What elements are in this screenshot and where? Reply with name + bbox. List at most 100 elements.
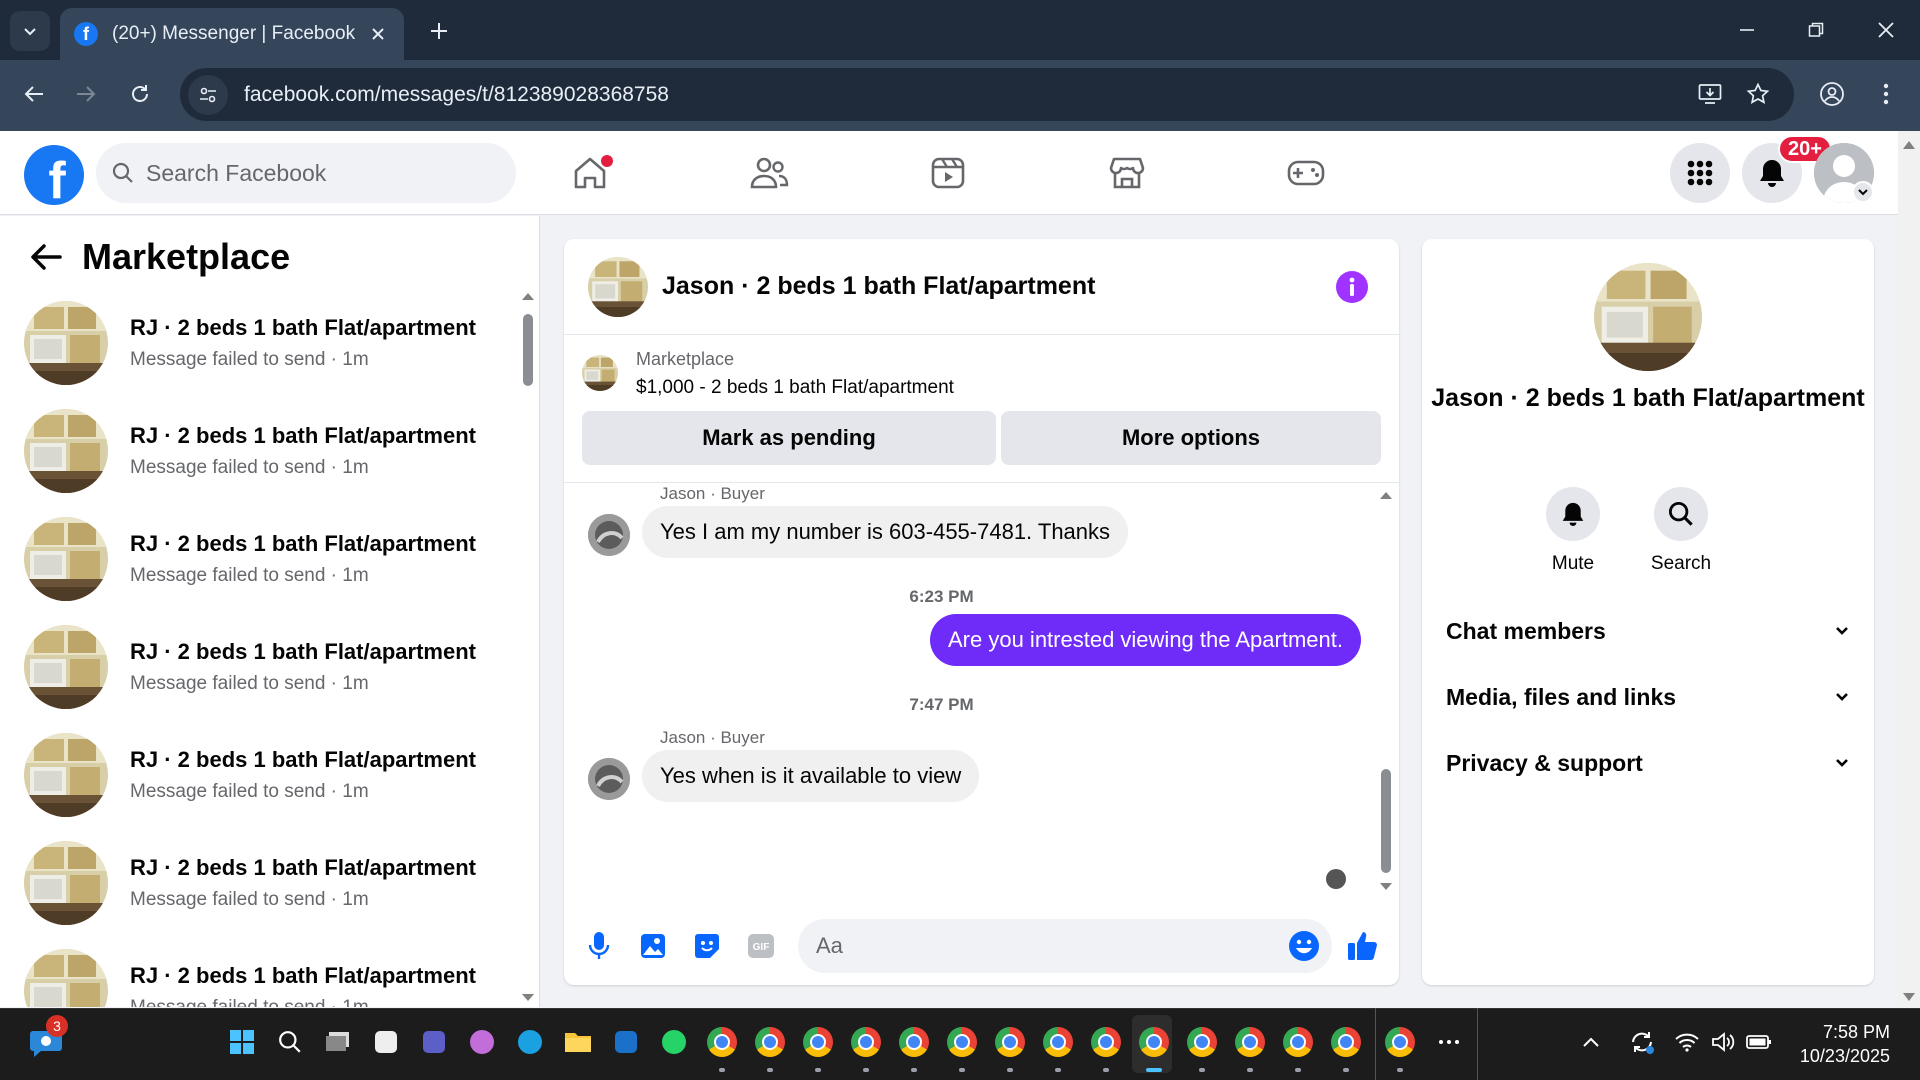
friends-nav[interactable] xyxy=(714,141,824,205)
show-hidden-icons-button[interactable] xyxy=(1571,1022,1611,1062)
browser-tab[interactable]: f (20+) Messenger | Facebook xyxy=(60,8,404,60)
running-indicator xyxy=(1295,1068,1301,1072)
chrome-taskbar-button[interactable] xyxy=(750,1022,790,1062)
chrome-taskbar-button[interactable] xyxy=(1086,1022,1126,1062)
back-button[interactable] xyxy=(14,74,54,114)
system-tray-quick-settings[interactable] xyxy=(1668,1022,1778,1062)
marketplace-nav[interactable] xyxy=(1072,141,1182,205)
bookmark-button[interactable] xyxy=(1738,74,1778,114)
copilot-taskbar-button[interactable] xyxy=(462,1022,502,1062)
close-window-button[interactable] xyxy=(1861,10,1911,50)
scrollbar-thumb[interactable] xyxy=(1381,769,1391,873)
taskbar-clock[interactable]: 7:58 PM 10/23/2025 xyxy=(1800,1020,1890,1068)
conversation-info-button[interactable] xyxy=(1336,271,1368,303)
listing-thumbnail[interactable] xyxy=(582,355,618,391)
chrome-taskbar-button[interactable] xyxy=(1278,1022,1318,1062)
message-input-wrapper[interactable] xyxy=(798,919,1332,973)
message-thread-scrollbar[interactable] xyxy=(1378,489,1394,899)
more-taskbar-items-button[interactable] xyxy=(1429,1022,1469,1062)
mute-action[interactable]: Mute xyxy=(1528,487,1618,575)
privacy-support-section[interactable]: Privacy & support xyxy=(1446,741,1850,785)
chat-title[interactable]: Jason · 2 beds 1 bath Flat/apartment xyxy=(662,272,1095,301)
conversation-list-item[interactable]: RJ · 2 beds 1 bath Flat/apartment Message… xyxy=(24,622,514,712)
scrollbar-thumb[interactable] xyxy=(523,314,533,386)
like-button[interactable] xyxy=(1346,929,1380,963)
search-input[interactable] xyxy=(146,159,486,187)
tab-search-button[interactable] xyxy=(10,11,50,51)
emoji-icon[interactable] xyxy=(1288,930,1320,962)
chrome-taskbar-button[interactable] xyxy=(1380,1022,1420,1062)
address-bar[interactable]: facebook.com/messages/t/812389028368758 xyxy=(180,68,1794,121)
teams-taskbar-button[interactable] xyxy=(414,1022,454,1062)
back-button[interactable] xyxy=(26,237,66,277)
task-view-button[interactable] xyxy=(318,1022,358,1062)
chrome-taskbar-button[interactable] xyxy=(1134,1022,1174,1062)
chrome-taskbar-button[interactable] xyxy=(1038,1022,1078,1062)
listing-avatar-large[interactable] xyxy=(1594,263,1702,371)
chrome-taskbar-button[interactable] xyxy=(990,1022,1030,1062)
install-app-button[interactable] xyxy=(1690,74,1730,114)
page-scrollbar[interactable] xyxy=(1898,131,1920,1007)
conversation-list-item[interactable]: RJ · 2 beds 1 bath Flat/apartment Message… xyxy=(24,298,514,388)
menu-button[interactable] xyxy=(1670,143,1730,203)
more-options-button[interactable]: More options xyxy=(1001,411,1381,465)
microsoft-store-taskbar-button[interactable] xyxy=(606,1022,646,1062)
video-nav[interactable] xyxy=(893,141,1003,205)
sticker-button[interactable] xyxy=(690,929,724,963)
chrome-taskbar-button[interactable] xyxy=(1182,1022,1222,1062)
chrome-taskbar-button[interactable] xyxy=(942,1022,982,1062)
whatsapp-taskbar-button[interactable] xyxy=(654,1022,694,1062)
media-files-links-section[interactable]: Media, files and links xyxy=(1446,675,1850,719)
listing-avatar[interactable] xyxy=(588,257,648,317)
new-tab-button[interactable] xyxy=(424,16,454,46)
chat-members-section[interactable]: Chat members xyxy=(1446,609,1850,653)
conversation-list-item[interactable]: RJ · 2 beds 1 bath Flat/apartment Message… xyxy=(24,946,514,1007)
account-menu-caret[interactable] xyxy=(1852,181,1874,203)
mute-button[interactable] xyxy=(1546,487,1600,541)
chrome-taskbar-button[interactable] xyxy=(846,1022,886,1062)
chrome-taskbar-button[interactable] xyxy=(798,1022,838,1062)
conversation-name: RJ · 2 beds 1 bath Flat/apartment xyxy=(130,855,476,880)
sender-avatar[interactable] xyxy=(588,758,630,800)
close-tab-button[interactable] xyxy=(366,22,390,46)
incoming-message[interactable]: Yes I am my number is 603-455-7481. Than… xyxy=(642,506,1129,558)
incoming-message[interactable]: Yes when is it available to view xyxy=(642,750,980,802)
conversation-list-item[interactable]: RJ · 2 beds 1 bath Flat/apartment Message… xyxy=(24,838,514,928)
restore-button[interactable] xyxy=(1791,10,1841,50)
site-info-button[interactable] xyxy=(188,74,228,115)
home-nav[interactable] xyxy=(535,141,645,205)
file-explorer-taskbar-button[interactable] xyxy=(558,1022,598,1062)
browser-menu-button[interactable] xyxy=(1866,74,1906,114)
mark-as-pending-button[interactable]: Mark as pending xyxy=(582,411,996,465)
outgoing-message[interactable]: Are you intrested viewing the Apartment. xyxy=(930,614,1361,666)
gif-button[interactable]: GIF xyxy=(744,929,778,963)
search-taskbar-button[interactable] xyxy=(270,1022,310,1062)
attach-photo-button[interactable] xyxy=(636,929,670,963)
reload-button[interactable] xyxy=(120,74,160,114)
gaming-nav[interactable] xyxy=(1251,141,1361,205)
message-input[interactable] xyxy=(816,933,1256,959)
conversation-list-item[interactable]: RJ · 2 beds 1 bath Flat/apartment Message… xyxy=(24,406,514,496)
search-action[interactable]: Search xyxy=(1636,487,1726,575)
conversation-list-scrollbar[interactable] xyxy=(520,286,536,1006)
search-in-conversation-button[interactable] xyxy=(1654,487,1708,541)
chrome-taskbar-button[interactable] xyxy=(1230,1022,1270,1062)
chrome-taskbar-button[interactable] xyxy=(894,1022,934,1062)
store-clip-taskbar-button[interactable] xyxy=(366,1022,406,1062)
sync-tray-icon[interactable] xyxy=(1622,1022,1662,1062)
voice-clip-button[interactable] xyxy=(582,929,616,963)
facebook-search[interactable] xyxy=(96,143,516,203)
start-button[interactable] xyxy=(222,1022,262,1062)
edge-taskbar-button[interactable] xyxy=(510,1022,550,1062)
listing-summary[interactable]: $1,000 - 2 beds 1 bath Flat/apartment xyxy=(636,377,954,399)
chrome-taskbar-button[interactable] xyxy=(1326,1022,1366,1062)
minimize-button[interactable] xyxy=(1722,10,1772,50)
conversation-list-item[interactable]: RJ · 2 beds 1 bath Flat/apartment Message… xyxy=(24,730,514,820)
sender-avatar[interactable] xyxy=(588,514,630,556)
facebook-logo[interactable]: f xyxy=(24,145,84,205)
conversation-list-item[interactable]: RJ · 2 beds 1 bath Flat/apartment Message… xyxy=(24,514,514,604)
forward-button[interactable] xyxy=(66,74,106,114)
chrome-taskbar-button[interactable] xyxy=(702,1022,742,1062)
profile-button[interactable] xyxy=(1812,74,1852,114)
running-indicator xyxy=(1055,1068,1061,1072)
